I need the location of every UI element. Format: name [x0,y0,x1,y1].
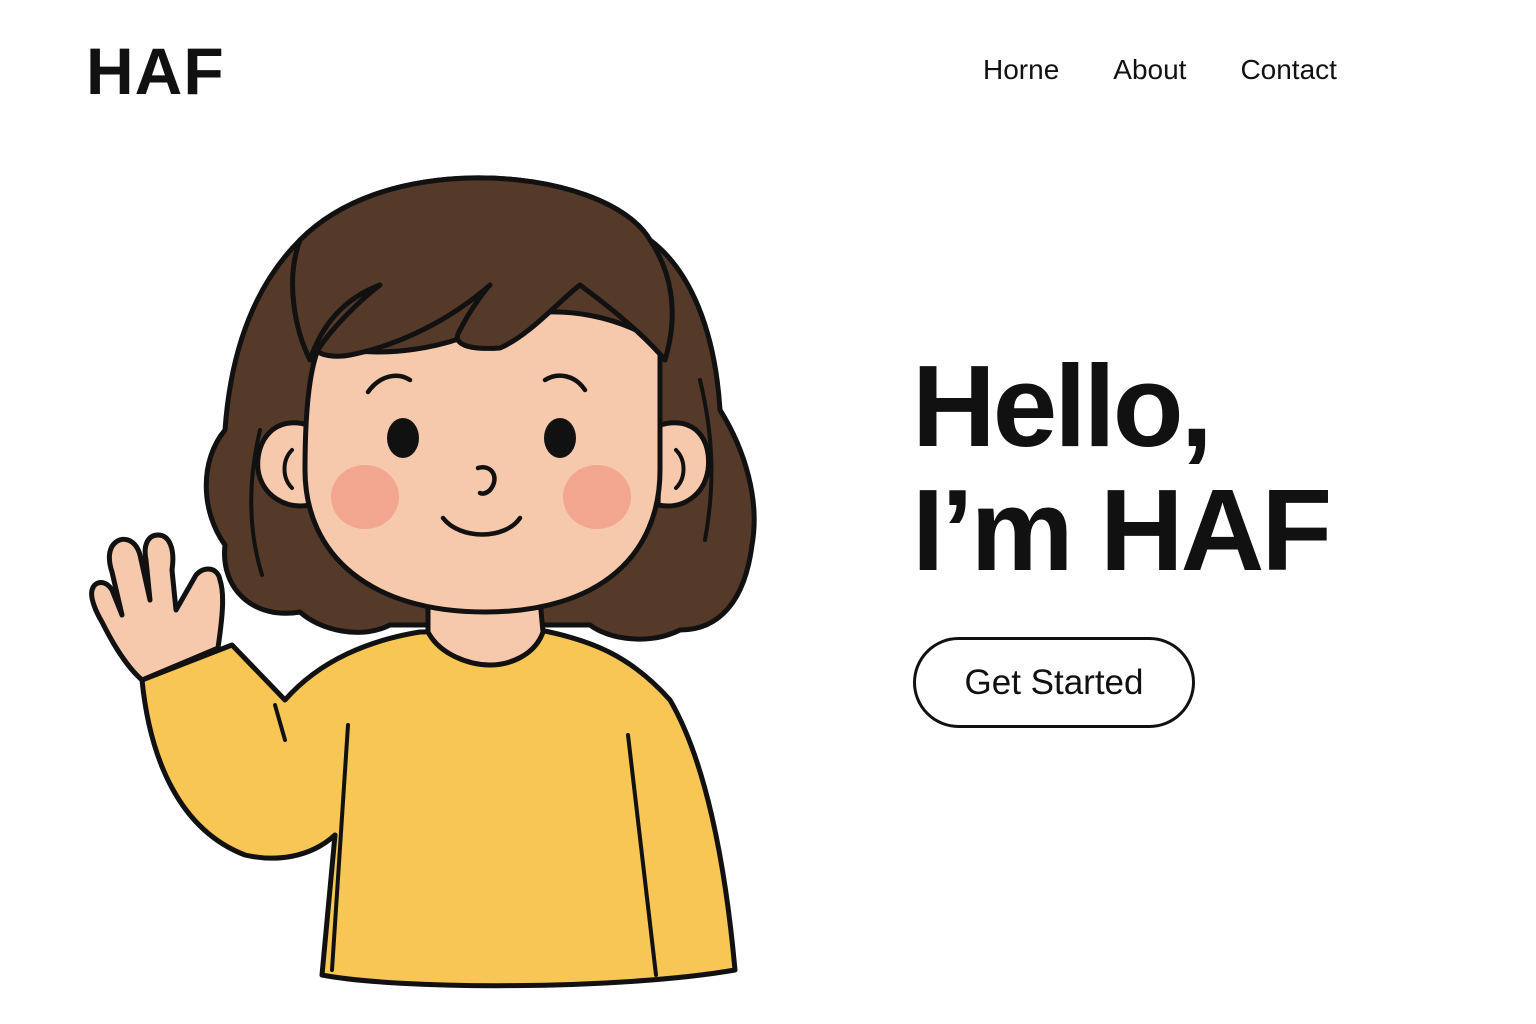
nav-link-about[interactable]: About [1113,56,1186,84]
nav-link-contact[interactable]: Contact [1240,56,1337,84]
hero-heading: Hello, I’m HAF [912,341,1332,595]
waving-girl-illustration [89,175,757,989]
nav-link-home[interactable]: Horne [983,56,1059,84]
hero-line-1: Hello, [912,341,1213,471]
eye-left [387,418,419,458]
hero-line-2: I’m HAF [912,465,1332,595]
get-started-button[interactable]: Get Started [913,637,1195,728]
site-logo[interactable]: HAF [86,38,225,104]
face [302,309,663,615]
landing-page: HAF Horne About Contact Hello, I’m HAF G… [0,0,1536,1024]
main-nav: Horne About Contact [983,56,1337,84]
sweater [139,627,738,989]
eye-right [544,418,576,458]
cheek-left [331,465,399,529]
cheek-right [563,465,631,529]
